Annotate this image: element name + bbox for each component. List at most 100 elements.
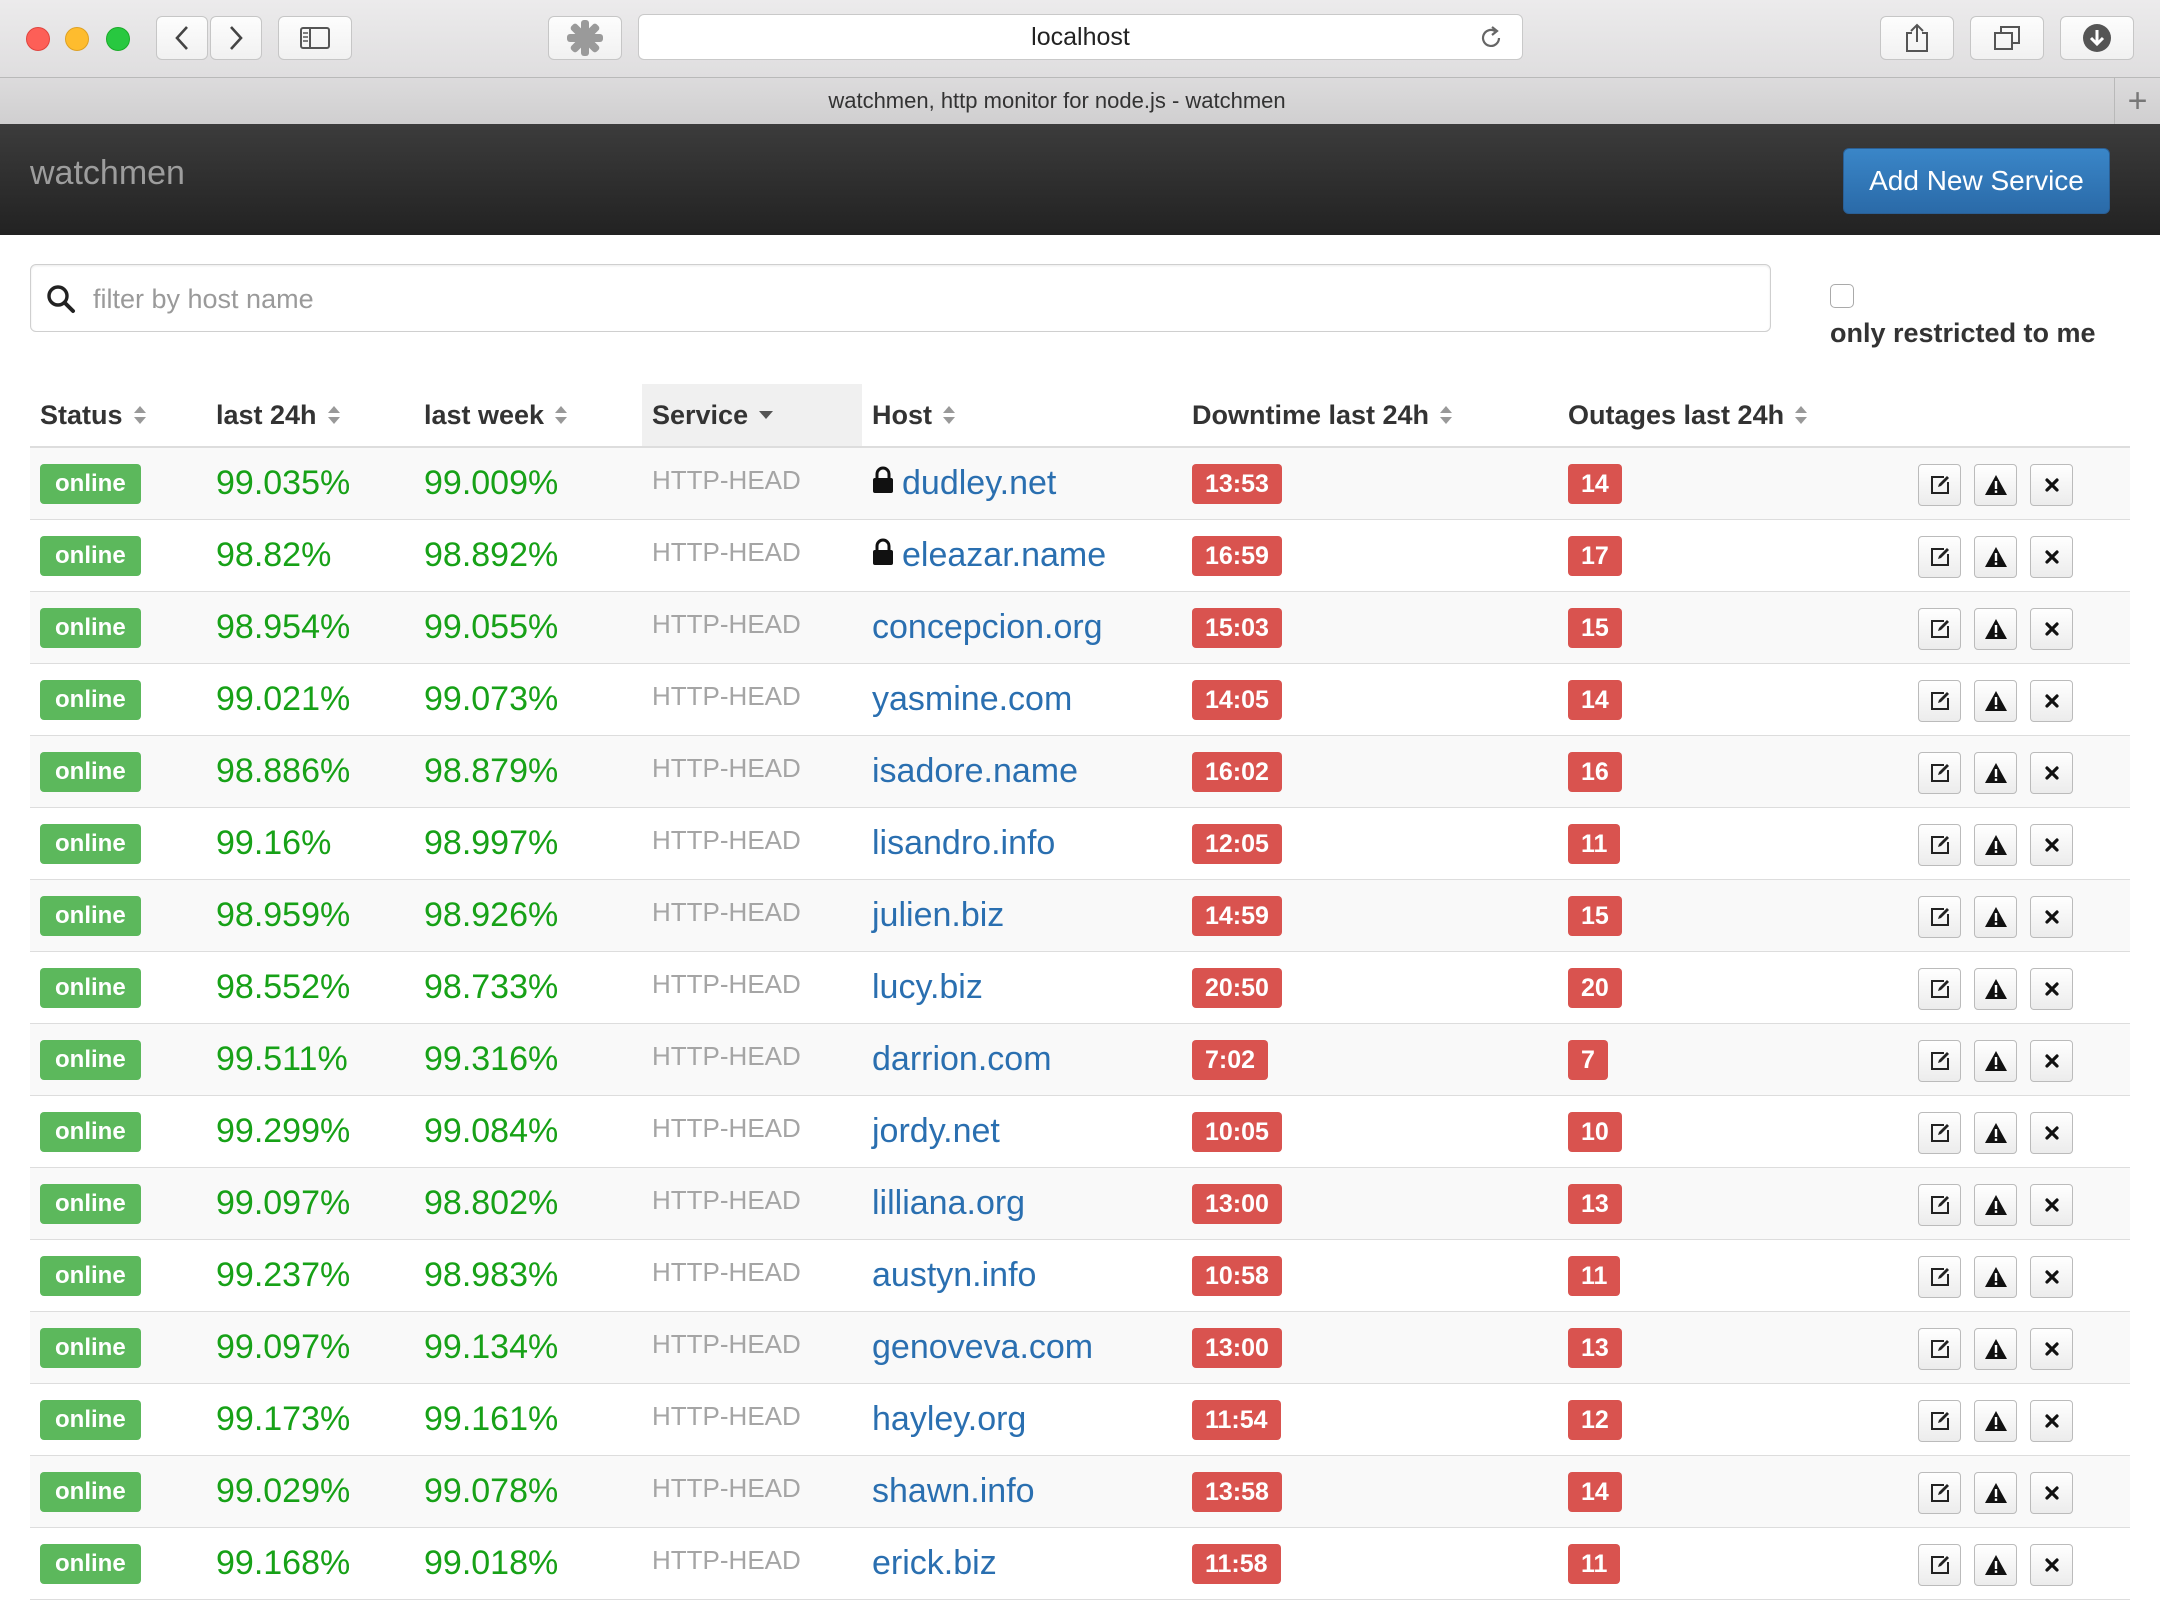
edit-button[interactable] — [1918, 824, 1961, 866]
delete-button[interactable] — [2030, 1400, 2073, 1442]
edit-button[interactable] — [1918, 608, 1961, 650]
edit-button[interactable] — [1918, 1256, 1961, 1298]
delete-button[interactable] — [2030, 1256, 2073, 1298]
edit-button[interactable] — [1918, 1544, 1961, 1586]
alert-button[interactable] — [1974, 1328, 2017, 1370]
table-row: online 99.168% 99.018% HTTP-HEAD erick.b… — [30, 1528, 2130, 1600]
new-tab-button[interactable]: + — [2114, 78, 2160, 124]
status-badge: online — [40, 679, 141, 720]
delete-button[interactable] — [2030, 1472, 2073, 1514]
host-link[interactable]: darrion.com — [872, 1040, 1052, 1079]
host-link[interactable]: lisandro.info — [872, 824, 1055, 863]
edit-button[interactable] — [1918, 464, 1961, 506]
downtime-badge: 14:05 — [1192, 679, 1282, 720]
header-status[interactable]: Status — [40, 384, 147, 446]
close-window-button[interactable] — [26, 27, 50, 51]
tab-active[interactable]: watchmen, http monitor for node.js - wat… — [0, 78, 2114, 124]
host-link[interactable]: erick.biz — [872, 1544, 997, 1583]
alert-button[interactable] — [1974, 536, 2017, 578]
extension-button[interactable] — [548, 16, 622, 60]
host-link[interactable]: genoveva.com — [872, 1328, 1093, 1367]
alert-button[interactable] — [1974, 1184, 2017, 1226]
header-service[interactable]: Service — [642, 384, 862, 446]
alert-button[interactable] — [1974, 1112, 2017, 1154]
header-last-week[interactable]: last week — [424, 384, 568, 446]
delete-button[interactable] — [2030, 1328, 2073, 1370]
host-filter-input[interactable] — [91, 273, 1755, 325]
table-row: online 99.511% 99.316% HTTP-HEAD darrion… — [30, 1024, 2130, 1096]
host-link[interactable]: dudley.net — [902, 464, 1056, 503]
delete-button[interactable] — [2030, 536, 2073, 578]
back-button[interactable] — [156, 16, 208, 60]
restricted-checkbox[interactable] — [1830, 284, 1854, 308]
host-link[interactable]: hayley.org — [872, 1400, 1026, 1439]
brand-title[interactable]: watchmen — [30, 154, 185, 193]
header-outages[interactable]: Outages last 24h — [1568, 384, 1808, 446]
host-link[interactable]: austyn.info — [872, 1256, 1036, 1295]
alert-button[interactable] — [1974, 1544, 2017, 1586]
alert-button[interactable] — [1974, 1472, 2017, 1514]
host-link[interactable]: concepcion.org — [872, 608, 1103, 647]
host-link[interactable]: isadore.name — [872, 752, 1078, 791]
status-badge: online — [40, 823, 141, 864]
alert-button[interactable] — [1974, 752, 2017, 794]
alert-button[interactable] — [1974, 968, 2017, 1010]
alert-button[interactable] — [1974, 896, 2017, 938]
header-last-24h[interactable]: last 24h — [216, 384, 341, 446]
delete-button[interactable] — [2030, 752, 2073, 794]
outages-cell: 17 — [1568, 520, 1622, 591]
address-bar[interactable]: localhost — [638, 14, 1523, 60]
alert-button[interactable] — [1974, 1400, 2017, 1442]
edit-button[interactable] — [1918, 968, 1961, 1010]
delete-button[interactable] — [2030, 896, 2073, 938]
edit-button[interactable] — [1918, 1112, 1961, 1154]
alert-button[interactable] — [1974, 608, 2017, 650]
alert-button[interactable] — [1974, 1256, 2017, 1298]
header-downtime[interactable]: Downtime last 24h — [1192, 384, 1453, 446]
delete-button[interactable] — [2030, 1040, 2073, 1082]
tabs-overview-button[interactable] — [1970, 16, 2044, 60]
delete-button[interactable] — [2030, 968, 2073, 1010]
edit-button[interactable] — [1918, 1040, 1961, 1082]
alert-button[interactable] — [1974, 680, 2017, 722]
delete-button[interactable] — [2030, 1544, 2073, 1586]
edit-button[interactable] — [1918, 896, 1961, 938]
alert-button[interactable] — [1974, 824, 2017, 866]
share-button[interactable] — [1880, 16, 1954, 60]
forward-button[interactable] — [210, 16, 262, 60]
host-link[interactable]: lucy.biz — [872, 968, 983, 1007]
host-link[interactable]: eleazar.name — [902, 536, 1106, 575]
edit-button[interactable] — [1918, 1328, 1961, 1370]
uptime-week: 99.078% — [424, 1472, 559, 1510]
service-type: HTTP-HEAD — [652, 1473, 801, 1503]
edit-button[interactable] — [1918, 536, 1961, 578]
status-cell: online — [40, 592, 141, 663]
delete-button[interactable] — [2030, 464, 2073, 506]
edit-button[interactable] — [1918, 680, 1961, 722]
host-link[interactable]: lilliana.org — [872, 1184, 1025, 1223]
delete-button[interactable] — [2030, 1112, 2073, 1154]
add-new-service-button[interactable]: Add New Service — [1843, 148, 2110, 214]
zoom-window-button[interactable] — [106, 27, 130, 51]
delete-button[interactable] — [2030, 608, 2073, 650]
host-link[interactable]: yasmine.com — [872, 680, 1072, 719]
delete-button[interactable] — [2030, 1184, 2073, 1226]
alert-button[interactable] — [1974, 464, 2017, 506]
edit-button[interactable] — [1918, 1184, 1961, 1226]
downtime-badge: 14:59 — [1192, 895, 1282, 936]
host-link[interactable]: shawn.info — [872, 1472, 1035, 1511]
reload-icon[interactable] — [1478, 25, 1504, 58]
downloads-button[interactable] — [2060, 16, 2134, 60]
host-link[interactable]: jordy.net — [872, 1112, 1000, 1151]
edit-button[interactable] — [1918, 1400, 1961, 1442]
sidebar-toggle-button[interactable] — [278, 16, 352, 60]
host-link[interactable]: julien.biz — [872, 896, 1004, 935]
delete-button[interactable] — [2030, 680, 2073, 722]
delete-button[interactable] — [2030, 824, 2073, 866]
edit-button[interactable] — [1918, 1472, 1961, 1514]
alert-button[interactable] — [1974, 1040, 2017, 1082]
minimize-window-button[interactable] — [65, 27, 89, 51]
uptime-24h: 98.886% — [216, 752, 351, 790]
edit-button[interactable] — [1918, 752, 1961, 794]
header-host[interactable]: Host — [872, 384, 956, 446]
